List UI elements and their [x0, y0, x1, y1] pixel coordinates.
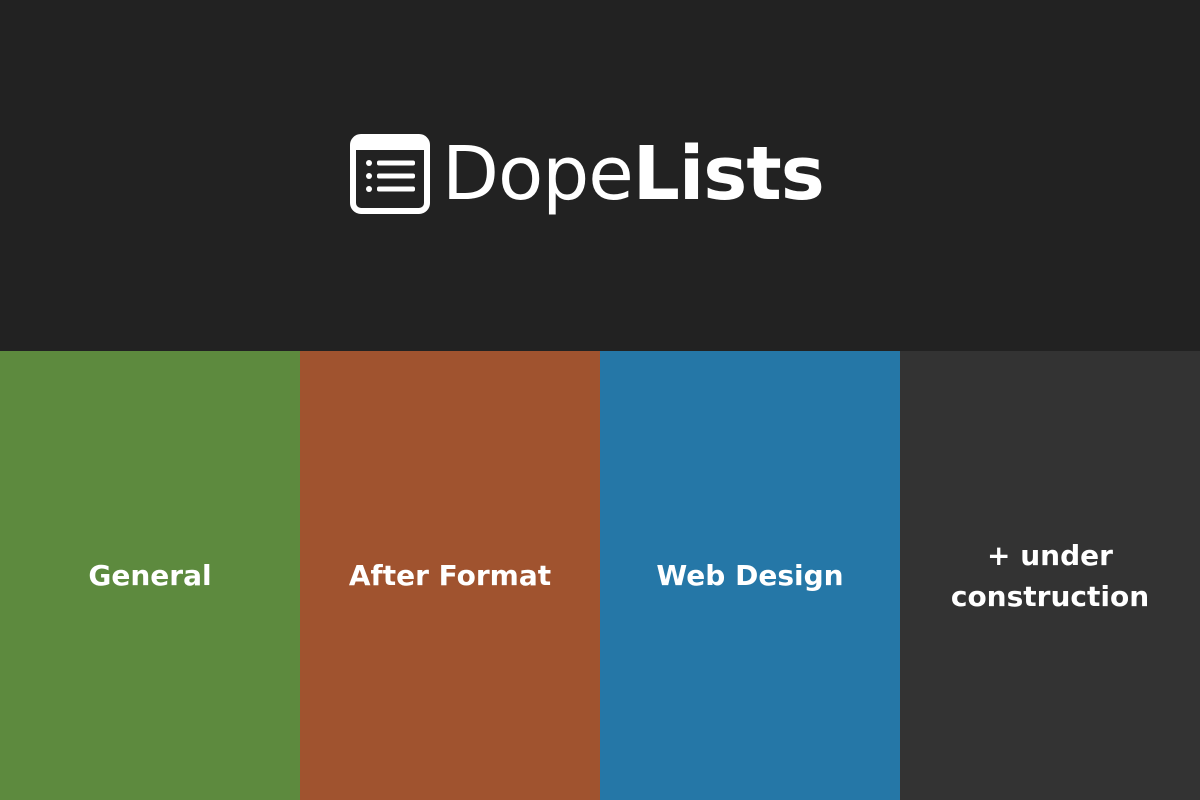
site-title-light: Dope: [442, 131, 634, 217]
tile-general[interactable]: General: [0, 351, 300, 800]
site-header: DopeLists: [0, 0, 1200, 351]
site-title: DopeLists: [442, 137, 825, 211]
tile-under-construction[interactable]: + under construction: [900, 351, 1200, 800]
site-title-bold: Lists: [632, 131, 825, 217]
tile-label: General: [88, 559, 212, 592]
tile-label: After Format: [348, 559, 552, 592]
tile-web-design[interactable]: Web Design: [600, 351, 900, 800]
tile-label: + under construction: [950, 538, 1150, 613]
tile-label: Web Design: [656, 559, 844, 592]
tile-after-format[interactable]: After Format: [300, 351, 600, 800]
site-logo[interactable]: DopeLists: [350, 124, 825, 224]
list-icon: [350, 134, 430, 214]
category-tiles: General After Format Web Design + under …: [0, 351, 1200, 800]
